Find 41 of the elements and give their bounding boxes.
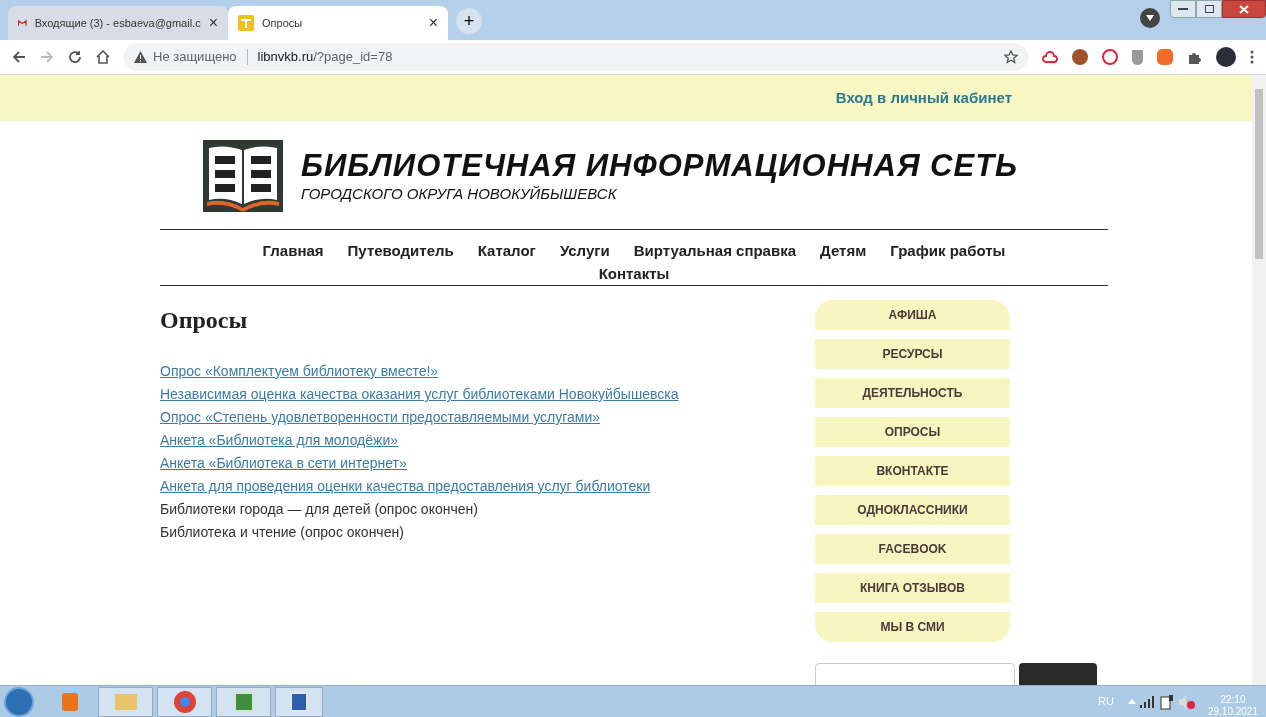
sidebar-menu-item[interactable]: FACEBOOK [815, 534, 1010, 564]
sidebar-menu-item[interactable]: РЕСУРСЫ [815, 339, 1010, 369]
site-subtitle: ГОРОДСКОГО ОКРУГА НОВОКУЙБЫШЕВСК [301, 185, 618, 204]
nav-link[interactable]: Главная [262, 239, 324, 262]
login-link[interactable]: Вход в личный кабинет [835, 86, 1012, 110]
close-tab-button[interactable]: × [428, 15, 438, 31]
survey-link[interactable]: Независимая оценка качества оказания услуг библиотеками Новокуйбышевска [160, 383, 679, 406]
nav-link[interactable]: Путеводитель [347, 239, 454, 262]
sidebar-menu-item[interactable]: АФИША [815, 300, 1010, 330]
nav-link[interactable]: Контакты [598, 262, 670, 285]
browser-tab[interactable]: Опросы × [228, 6, 448, 40]
nav-link[interactable]: Детям [820, 239, 867, 262]
survey-link[interactable]: Анкета «Библиотека для молодёжи» [160, 429, 399, 452]
sidebar-menu-item[interactable]: ВКОНТАКТЕ [815, 456, 1010, 486]
survey-text: Библиотека и чтение (опрос окончен) [160, 523, 404, 542]
nav-link[interactable]: Услуги [559, 239, 610, 262]
nav-link[interactable]: Каталог [477, 239, 536, 262]
survey-link[interactable]: Анкета для проведения оценки качества предоставления услуг библиотеки [160, 475, 651, 498]
security-label: Не защищено [153, 48, 237, 67]
sidebar-menu-item[interactable]: МЫ В СМИ [815, 612, 1010, 642]
clock-date: 29.10.2021 [1207, 705, 1258, 717]
sidebar-menu-item[interactable]: ОПРОСЫ [815, 417, 1010, 447]
survey-link[interactable]: Опрос «Степень удовлетворенности предоставляемыми услугами» [160, 406, 600, 429]
nav-link[interactable]: График работы [890, 239, 1006, 262]
address-bar[interactable]: Не защищено libnvkb.ru/?page_id=78 [124, 43, 1028, 71]
tab-title: Входящие (3) - esbaeva@gmail.c [34, 15, 201, 31]
sidebar-menu-item[interactable]: КНИГА ОТЗЫВОВ [815, 573, 1010, 603]
sidebar-menu-item[interactable]: ДЕЯТЕЛЬНОСТЬ [815, 378, 1010, 408]
survey-link[interactable]: Опрос «Комплектуем библиотеку вместе!» [160, 360, 439, 383]
survey-link[interactable]: Анкета «Библиотека в сети интернет» [160, 452, 407, 475]
nav-link[interactable]: Виртуальная справка [633, 239, 797, 262]
tab-title: Опросы [262, 15, 304, 31]
browser-tab[interactable]: Входящие (3) - esbaeva@gmail.c × [8, 6, 228, 40]
site-title: БИБЛИОТЕЧНАЯ ИНФОРМАЦИОННАЯ СЕТЬ [301, 150, 1019, 182]
new-tab-button[interactable]: + [456, 8, 482, 34]
close-tab-button[interactable]: × [208, 15, 218, 31]
url-text: libnvkb.ru/?page_id=78 [257, 48, 393, 67]
clock-time: 22:10 [1220, 693, 1246, 706]
survey-text: Библиотеки города — для детей (опрос окончен) [160, 500, 478, 519]
page-heading: Опросы [160, 306, 249, 335]
sidebar-menu-item[interactable]: ОДНОКЛАССНИКИ [815, 495, 1010, 525]
